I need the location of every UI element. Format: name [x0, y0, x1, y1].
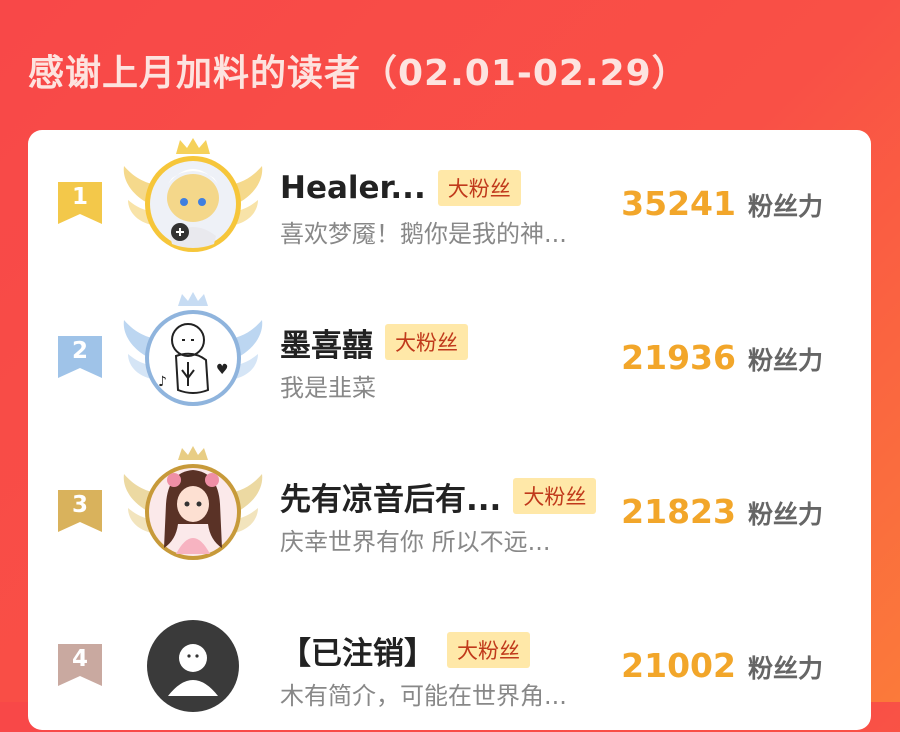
avatar[interactable] [118, 598, 268, 728]
avatar[interactable] [118, 136, 268, 266]
rank-number: 4 [71, 646, 88, 672]
user-bio: 庆幸世界有你 所以不远... [280, 528, 551, 556]
crown-icon [176, 138, 210, 154]
user-name[interactable]: 墨喜囍 [280, 320, 373, 365]
user-bio: 喜欢梦魇！鹅你是我的神... [280, 220, 567, 248]
rank-number: 1 [71, 184, 88, 210]
crown-icon [178, 446, 208, 460]
fan-row[interactable]: 1 Healer... 大粉丝 喜欢梦魇！鹅你是我的神... 35241 粉丝力 [28, 130, 871, 270]
fan-power-unit: 粉丝力 [747, 654, 823, 683]
fan-power-score: 35241 [621, 184, 736, 223]
user-name[interactable]: Healer... [280, 170, 426, 206]
fan-level-badge: 大粉丝 [385, 324, 468, 360]
user-name[interactable]: 先有凉音后有... [280, 474, 501, 519]
avatar[interactable] [118, 444, 268, 574]
rank-number: 2 [71, 338, 88, 364]
fan-level-badge: 大粉丝 [437, 170, 521, 206]
fan-power-score: 21936 [621, 338, 736, 377]
fan-power-unit: 粉丝力 [747, 346, 823, 375]
svg-text:♥: ♥ [216, 362, 229, 378]
svg-text:♪: ♪ [158, 374, 167, 390]
fan-power-score: 21002 [621, 646, 736, 685]
rank-number: 3 [71, 492, 88, 518]
avatar[interactable]: ♪ ♥ [118, 290, 268, 420]
rank-badge-gold: 1 [58, 182, 102, 224]
fan-power-unit: 粉丝力 [747, 500, 823, 529]
fan-row[interactable]: 3 先有凉音后有... 大粉丝 庆幸世界有你 所以不远... 21823 粉丝力 [28, 438, 871, 578]
user-name[interactable]: 【已注销】 [280, 628, 435, 673]
rank-badge-bronze: 3 [58, 490, 102, 532]
user-bio: 我是韭菜 [280, 374, 376, 402]
rank-badge-silver: 2 [58, 336, 102, 378]
user-bio: 木有简介，可能在世界角... [280, 682, 567, 710]
fan-power-score: 21823 [621, 492, 736, 531]
crown-icon [178, 292, 208, 306]
fan-level-badge: 大粉丝 [513, 478, 597, 514]
fan-power-unit: 粉丝力 [747, 192, 823, 221]
page-title: 感谢上月加料的读者（02.01-02.29） [28, 53, 689, 94]
rank-badge-grey: 4 [58, 644, 102, 686]
fan-level-badge: 大粉丝 [447, 632, 530, 668]
fan-row[interactable]: 4 【已注销】 大粉丝 木有简介，可能在世界角... 21002 粉丝力 [28, 592, 871, 732]
fan-row[interactable]: 2 ♪ ♥ 墨喜囍 大粉丝 我是韭菜 21936 粉丝力 [28, 284, 871, 424]
default-user-icon [179, 644, 207, 672]
fan-ranking-card: 1 Healer... 大粉丝 喜欢梦魇！鹅你是我的神... 35241 粉丝力… [28, 130, 871, 730]
